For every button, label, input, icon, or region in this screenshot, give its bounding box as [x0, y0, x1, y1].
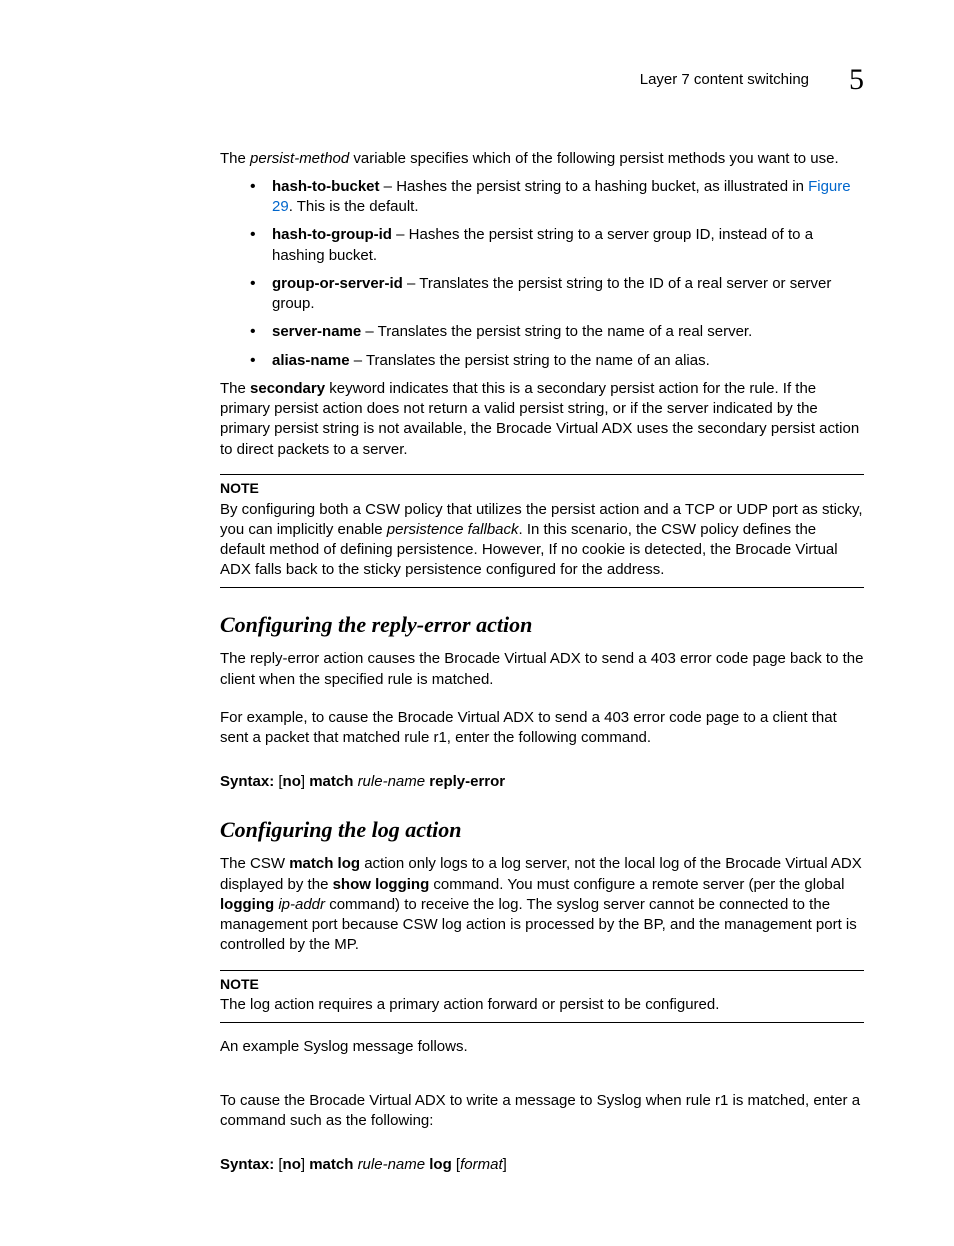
term: server-name [272, 323, 361, 340]
syntax-reply-error: Syntax: [no] match rule-name reply-error [220, 772, 864, 792]
keyword: match [309, 773, 353, 790]
text: The [220, 380, 250, 397]
term: group-or-server-id [272, 275, 403, 292]
list-item: alias-name – Translates the persist stri… [250, 351, 864, 371]
log-p3: To cause the Brocade Virtual ADX to writ… [90, 1091, 864, 1132]
keyword: reply-error [425, 773, 505, 790]
note-block: NOTE The log action requires a primary a… [220, 970, 864, 1023]
term: hash-to-group-id [272, 226, 392, 243]
list-item: group-or-server-id – Translates the pers… [250, 274, 864, 315]
text: . This is the default. [289, 198, 419, 215]
text: – Hashes the persist string to a hashing… [380, 178, 809, 195]
section-heading-log: Configuring the log action [220, 815, 864, 845]
header-title: Layer 7 content switching [640, 70, 809, 90]
text: ] [301, 1156, 309, 1173]
keyword: no [283, 773, 301, 790]
syntax-label: Syntax: [220, 773, 278, 790]
note-body: By configuring both a CSW policy that ut… [220, 500, 864, 581]
term: persistence fallback [387, 521, 519, 538]
keyword: match log [289, 855, 360, 872]
variable: persist-method [250, 150, 349, 167]
list-item: server-name – Translates the persist str… [250, 322, 864, 342]
variable: ip-addr [278, 896, 325, 913]
secondary-paragraph: The secondary keyword indicates that thi… [90, 379, 864, 460]
text: variable specifies which of the followin… [349, 150, 838, 167]
list-item: hash-to-bucket – Hashes the persist stri… [250, 177, 864, 218]
text: ] [503, 1156, 507, 1173]
keyword: show logging [333, 876, 430, 893]
running-header: Layer 7 content switching 5 [90, 60, 864, 101]
text: – Translates the persist string to the n… [350, 352, 710, 369]
text: The [220, 150, 250, 167]
variable: format [460, 1156, 503, 1173]
keyword: secondary [250, 380, 325, 397]
chapter-number: 5 [849, 60, 864, 101]
section-heading-reply-error: Configuring the reply-error action [220, 610, 864, 640]
persist-method-list: hash-to-bucket – Hashes the persist stri… [90, 177, 864, 371]
log-p1: The CSW match log action only logs to a … [90, 854, 864, 955]
text: – Translates the persist string to the n… [361, 323, 752, 340]
keyword: no [283, 1156, 301, 1173]
note-body: The log action requires a primary action… [220, 995, 864, 1015]
text: [ [452, 1156, 460, 1173]
keyword: logging [220, 896, 274, 913]
intro-paragraph: The persist-method variable specifies wh… [90, 149, 864, 169]
note-block: NOTE By configuring both a CSW policy th… [220, 474, 864, 588]
syntax-label: Syntax: [220, 1156, 278, 1173]
list-item: hash-to-group-id – Hashes the persist st… [250, 225, 864, 266]
page: Layer 7 content switching 5 The persist-… [0, 0, 954, 1246]
reply-error-p1: The reply-error action causes the Brocad… [90, 649, 864, 690]
text: command. You must configure a remote ser… [429, 876, 844, 893]
keyword: log [425, 1156, 452, 1173]
log-p2: An example Syslog message follows. [90, 1037, 864, 1057]
note-label: NOTE [220, 479, 864, 498]
variable: rule-name [358, 773, 426, 790]
term: alias-name [272, 352, 350, 369]
keyword: match [309, 1156, 353, 1173]
reply-error-p2: For example, to cause the Brocade Virtua… [90, 708, 864, 749]
text: ] [301, 773, 309, 790]
text: The CSW [220, 855, 289, 872]
term: hash-to-bucket [272, 178, 380, 195]
syntax-log: Syntax: [no] match rule-name log [format… [220, 1155, 864, 1175]
note-label: NOTE [220, 975, 864, 994]
variable: rule-name [358, 1156, 426, 1173]
